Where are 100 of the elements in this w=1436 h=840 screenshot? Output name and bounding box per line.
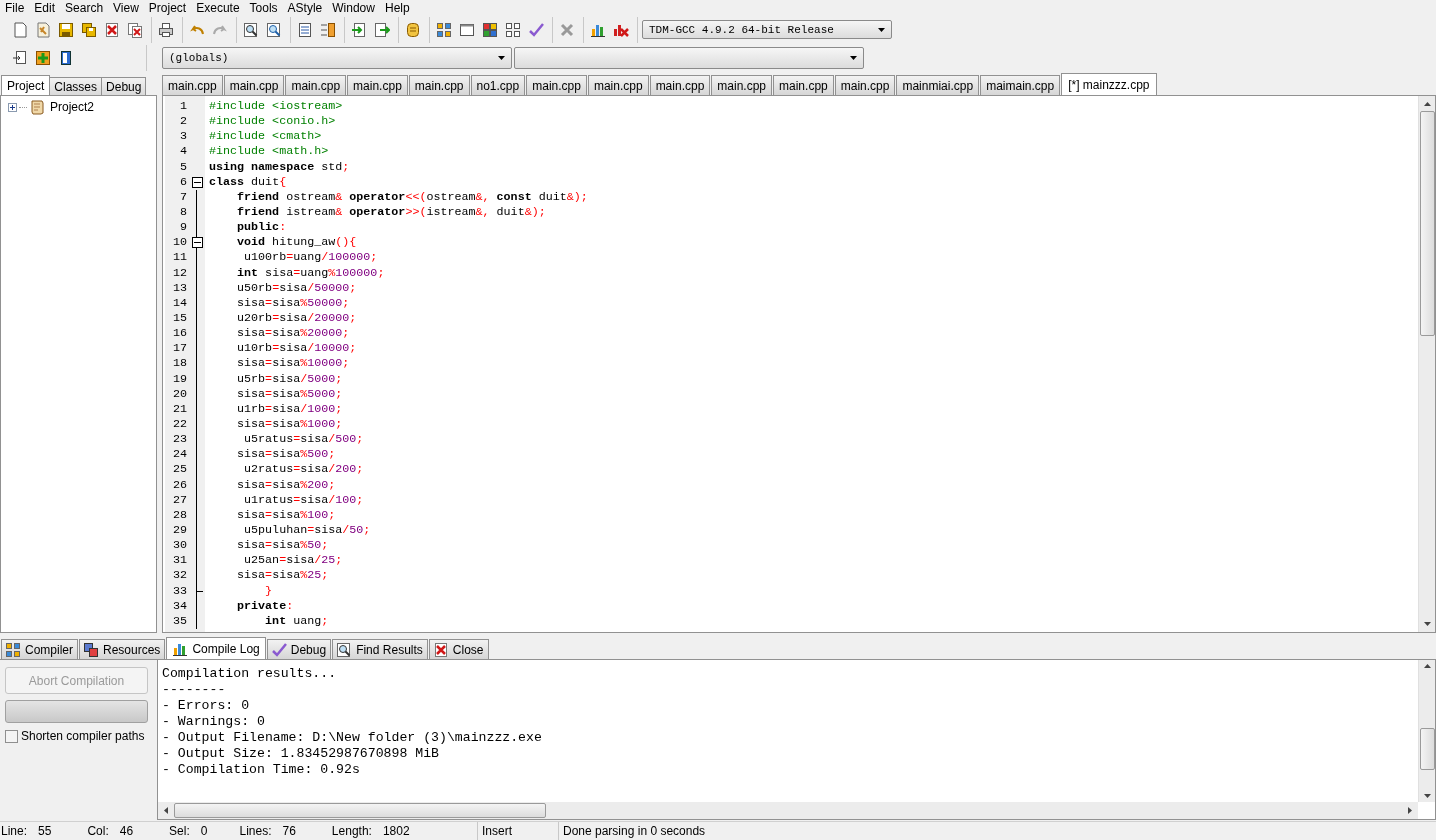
scroll-thumb[interactable]	[1419, 728, 1435, 770]
file-tab[interactable]: main.cpp	[285, 75, 347, 95]
scrollbar[interactable]	[1418, 96, 1435, 632]
class-select[interactable]: (globals)	[162, 47, 512, 69]
fold-collapse-icon[interactable]	[191, 237, 203, 249]
scrollbar[interactable]	[1418, 660, 1435, 802]
panel-tab[interactable]: Close	[428, 639, 489, 659]
file-tab[interactable]: no1.cpp	[470, 75, 526, 95]
open-file-icon[interactable]	[35, 21, 51, 38]
tiles-icon[interactable]	[505, 21, 521, 38]
status-value: 76	[282, 824, 296, 838]
file-tab[interactable]: main.cpp	[587, 75, 649, 95]
checkbox-label[interactable]: Shorten compiler paths	[21, 729, 145, 743]
grid-icon[interactable]	[436, 21, 452, 38]
dropdown-arrow-icon	[878, 27, 885, 32]
search-icon[interactable]	[243, 21, 259, 38]
window-icon[interactable]	[459, 21, 475, 38]
edit-mode: Insert	[478, 822, 559, 840]
goto-icon[interactable]	[12, 50, 28, 66]
panel-tab[interactable]: Compiler	[1, 639, 78, 659]
add-file-icon[interactable]	[351, 21, 367, 38]
scrollbar[interactable]	[158, 802, 1418, 819]
panel-tab[interactable]: Resources	[79, 639, 166, 659]
fold-collapse-icon[interactable]	[191, 176, 203, 188]
unindent-icon[interactable]	[320, 21, 336, 38]
scroll-left-icon[interactable]	[164, 807, 168, 814]
scroll-thumb[interactable]	[1419, 111, 1435, 336]
menu-item[interactable]: Help	[379, 0, 415, 15]
line-number: 29	[171, 523, 188, 538]
scroll-thumb[interactable]	[174, 803, 546, 818]
file-tab[interactable]: mainmiai.cpp	[896, 75, 980, 95]
menu-item[interactable]: Tools	[244, 0, 283, 15]
color-grid-icon[interactable]	[482, 21, 498, 38]
bookmark-icon[interactable]	[58, 50, 74, 66]
status-message: Done parsing in 0 seconds	[562, 823, 706, 840]
code-line: #include <conio.h>	[209, 114, 336, 130]
file-tab[interactable]: [*] mainzzz.cpp	[1061, 73, 1157, 95]
save-all-icon[interactable]	[81, 21, 97, 38]
options-icon[interactable]	[405, 21, 421, 38]
menu-item[interactable]: Edit	[29, 0, 61, 15]
file-tab[interactable]: main.cpp	[834, 75, 896, 95]
menu-item[interactable]: Search	[60, 0, 109, 15]
scroll-up-icon[interactable]	[1423, 664, 1431, 668]
log-line: - Compilation Time: 0.92s	[162, 762, 361, 778]
line-number: 20	[171, 386, 188, 402]
add-icon[interactable]	[35, 50, 51, 66]
tree-item[interactable]: Project2	[50, 100, 95, 114]
line-number: 2	[179, 114, 188, 130]
member-select[interactable]	[514, 47, 864, 69]
save-icon[interactable]	[58, 21, 74, 38]
scroll-up-icon[interactable]	[1423, 102, 1431, 106]
code-line: sisa=sisa%500;	[236, 447, 336, 463]
scroll-down-icon[interactable]	[1423, 794, 1431, 798]
menu-item[interactable]: View	[108, 0, 144, 15]
check-icon[interactable]	[528, 21, 544, 38]
menu-item[interactable]: AStyle	[282, 0, 328, 15]
compiler-select[interactable]: TDM-GCC 4.9.2 64-bit Release	[642, 20, 892, 39]
file-tab[interactable]: main.cpp	[347, 75, 408, 95]
file-tab[interactable]: main.cpp	[223, 75, 285, 95]
status-value: 1802	[382, 824, 410, 838]
file-tab[interactable]: main.cpp	[773, 75, 834, 95]
code-line: sisa=sisa%100;	[236, 507, 336, 523]
line-number: 33	[171, 583, 188, 599]
new-file-icon[interactable]	[12, 21, 28, 38]
file-tab[interactable]: main.cpp	[649, 75, 711, 95]
scroll-right-icon[interactable]	[1408, 807, 1412, 814]
file-tab[interactable]: maimain.cpp	[980, 75, 1061, 95]
indent-icon[interactable]	[297, 21, 313, 38]
close-file-icon[interactable]	[104, 21, 120, 38]
panel-tab[interactable]: Classes	[49, 77, 103, 95]
expand-icon[interactable]	[8, 102, 17, 112]
log-line: - Errors: 0	[162, 698, 251, 714]
menu-item[interactable]: Window	[327, 0, 380, 15]
menu-item[interactable]: Execute	[191, 0, 245, 15]
file-tab[interactable]: main.cpp	[711, 75, 773, 95]
close-all-icon[interactable]	[127, 21, 143, 38]
panel-tab[interactable]: Compile Log	[166, 637, 266, 659]
status-value: 0	[200, 824, 208, 838]
line-number: 10	[171, 235, 188, 251]
menu-item[interactable]: Project	[143, 0, 192, 15]
file-tab[interactable]: main.cpp	[162, 75, 223, 95]
code-line: int sisa=uang%100000;	[236, 265, 385, 281]
scroll-down-icon[interactable]	[1423, 622, 1431, 626]
file-tab[interactable]: main.cpp	[408, 75, 470, 95]
line-number: 34	[171, 598, 188, 614]
remove-file-icon[interactable]	[374, 21, 390, 38]
checkbox[interactable]	[5, 729, 18, 743]
status-label: Line:	[1, 824, 28, 838]
print-icon[interactable]	[158, 21, 174, 38]
code-line: sisa=sisa%200;	[236, 477, 336, 493]
panel-tab[interactable]: Debug	[101, 77, 147, 95]
line-number: 12	[171, 265, 188, 281]
menu-item[interactable]: File	[0, 0, 30, 15]
file-tab[interactable]: main.cpp	[526, 75, 587, 95]
panel-tab[interactable]: Find Results	[332, 639, 428, 659]
panel-tab[interactable]: Debug	[266, 639, 332, 659]
code-line: friend ostream& operator<<(ostream&, const duit&);	[236, 189, 588, 205]
panel-tab[interactable]: Project	[1, 75, 51, 95]
replace-icon[interactable]	[266, 21, 282, 38]
check-icon	[270, 642, 287, 658]
